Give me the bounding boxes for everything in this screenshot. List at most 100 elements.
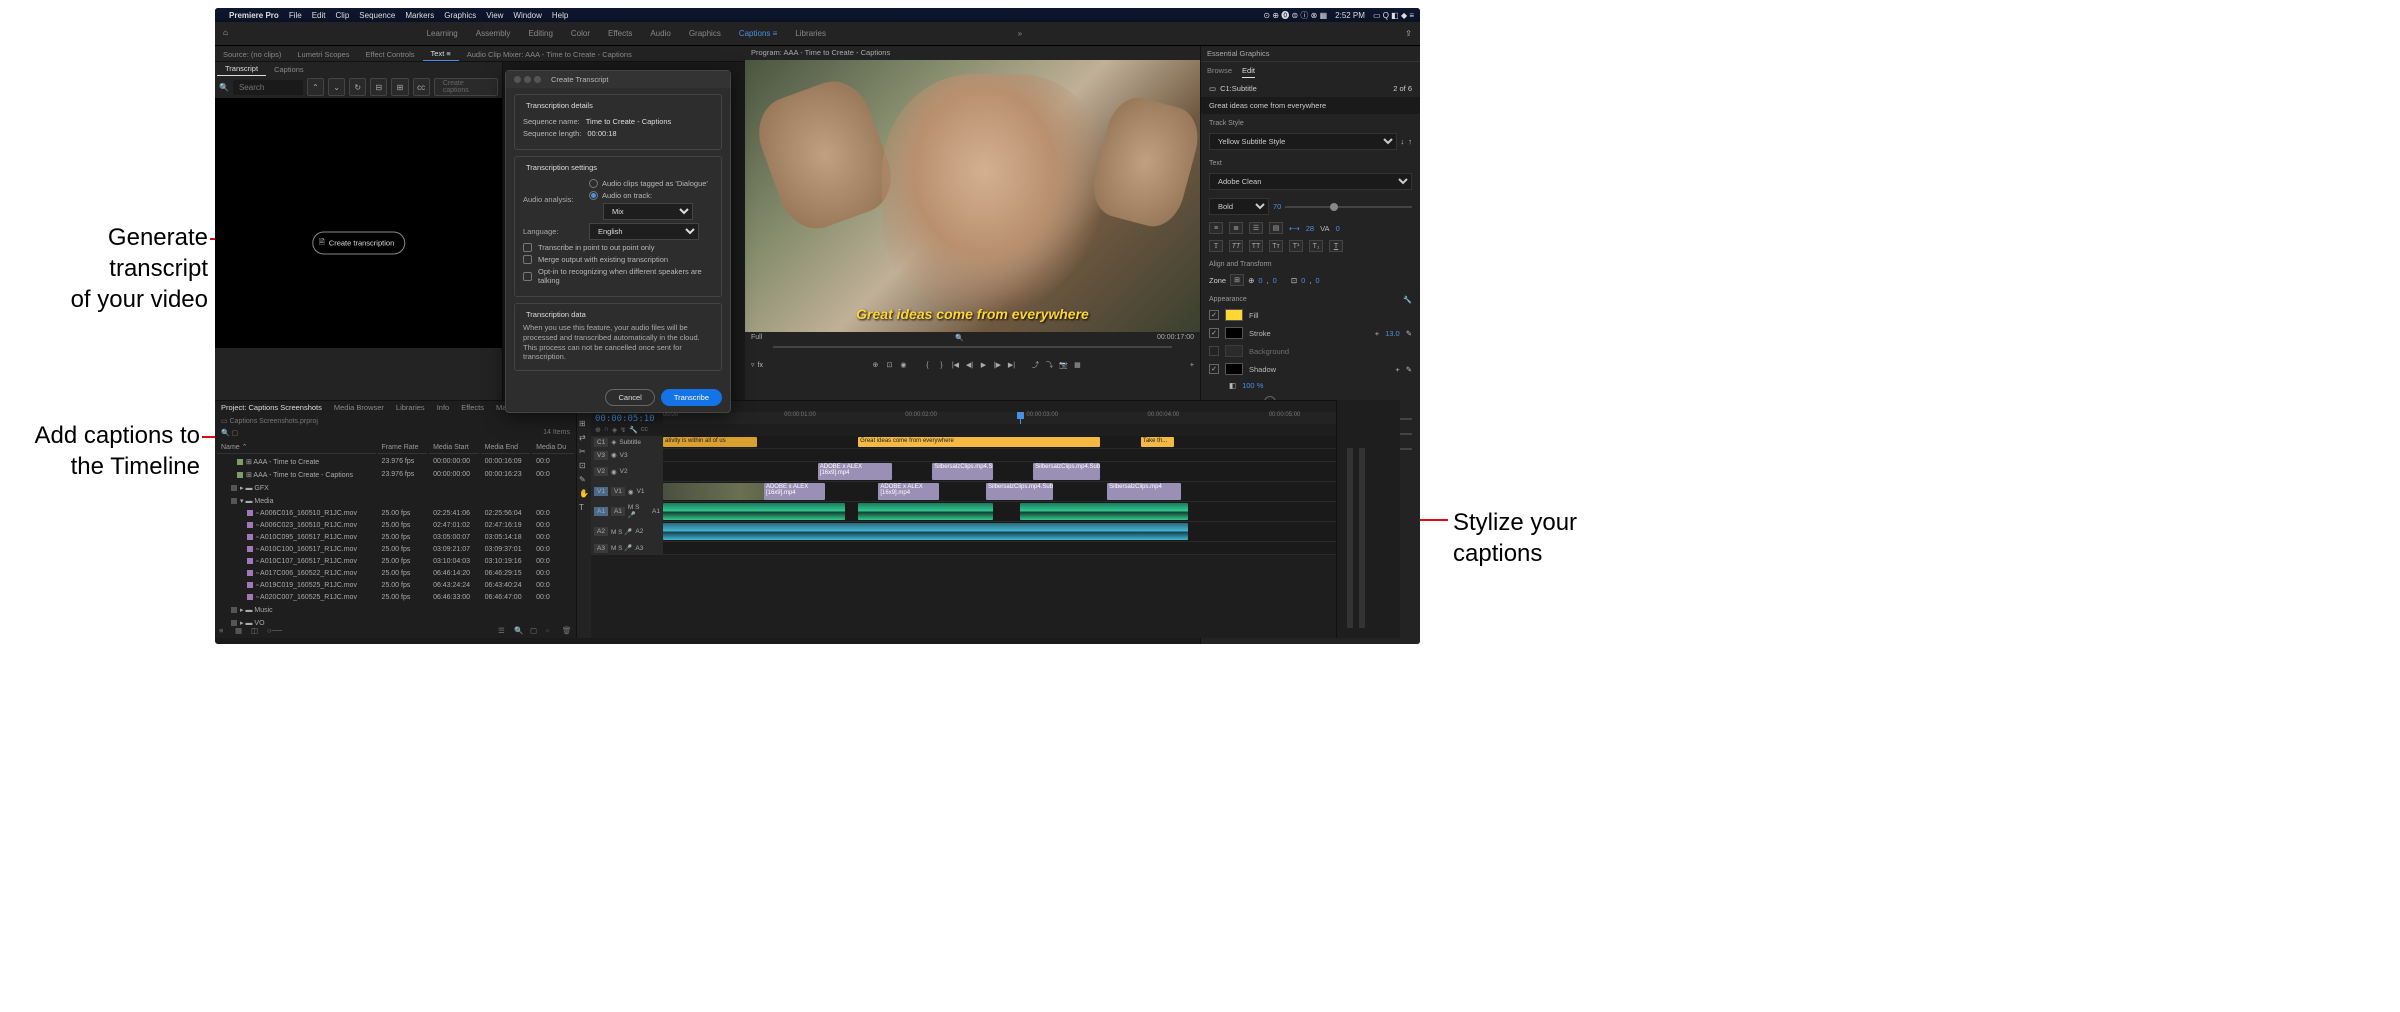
track-head-v1[interactable]: V1 V1 ◉ V1	[591, 482, 663, 501]
source-tab[interactable]: Text ≡	[423, 47, 459, 61]
align-left-icon[interactable]: ≡	[1209, 222, 1223, 234]
overwrite-icon[interactable]: ⊡	[883, 359, 895, 371]
opacity-value[interactable]: 100 %	[1242, 381, 1263, 390]
subtab-transcript[interactable]: Transcript	[217, 62, 266, 76]
menu-sequence[interactable]: Sequence	[359, 11, 395, 20]
snap-icon[interactable]: ⊕	[595, 426, 601, 434]
clip-v2-1[interactable]: ADOBE x ALEX [16x9].mp4	[818, 463, 892, 480]
create-captions-button[interactable]: Create captions	[434, 78, 498, 96]
new-bin-icon[interactable]: ▢	[530, 626, 540, 636]
workspace-learning[interactable]: Learning	[427, 29, 458, 38]
track-style-select[interactable]: Yellow Subtitle Style	[1209, 133, 1397, 150]
prev-btn[interactable]: ⌃	[307, 78, 324, 96]
add-stroke-icon[interactable]: +	[1375, 329, 1379, 338]
bin-row[interactable]: ▾ ▬ Media	[217, 495, 574, 506]
super-icon[interactable]: T¹	[1289, 240, 1303, 252]
shadow-swatch[interactable]	[1225, 363, 1243, 375]
caption-clip-1[interactable]: ativity is within all of us	[663, 437, 757, 447]
align-center-icon[interactable]: ≣	[1229, 222, 1243, 234]
create-transcription-button[interactable]: 🗎 Create transcription	[312, 232, 405, 255]
bg-swatch[interactable]	[1225, 345, 1243, 357]
faux-italic-icon[interactable]: TT	[1229, 240, 1243, 252]
track-head-a1[interactable]: A1 A1 M S 🎤 A1	[591, 502, 663, 521]
clip-v1-2[interactable]: ADOBE x ALEX [16x9].mp4	[878, 483, 939, 500]
clip-row[interactable]: ▫ A019C019_160525_R1JC.mov25.00 fps06:43…	[217, 580, 574, 590]
project-tab[interactable]: Effects	[461, 403, 484, 413]
clip-v1-3[interactable]: SilbersalzClips.mp4.Sub.clip2	[986, 483, 1053, 500]
wrench-tl-icon[interactable]: 🔧	[629, 426, 638, 434]
share-icon[interactable]: ⇪	[1405, 29, 1412, 38]
clip-v1-4[interactable]: SilbersalzClips.mp4	[1107, 483, 1181, 500]
menu-app[interactable]: Premiere Pro	[229, 11, 279, 20]
link-icon[interactable]: ∩	[604, 426, 609, 434]
out-point-icon[interactable]: }	[935, 359, 947, 371]
bin-row[interactable]: ▸ ▬ GFX	[217, 482, 574, 493]
fill-swatch[interactable]	[1225, 309, 1243, 321]
faux-bold-icon[interactable]: T	[1209, 240, 1223, 252]
col-header[interactable]: Frame Rate	[378, 441, 428, 454]
play-icon[interactable]: ▶	[977, 359, 989, 371]
clip-v2-3[interactable]: SilbersalzClips.mp4.Sub.clip3	[1033, 463, 1100, 480]
fit-dropdown[interactable]: Full	[751, 334, 762, 342]
push-icon[interactable]: ↑	[1408, 137, 1412, 146]
eg-tab-browse[interactable]: Browse	[1207, 64, 1232, 78]
project-tab[interactable]: Info	[437, 403, 450, 413]
clip-row[interactable]: ▫ A010C100_160517_R1JC.mov25.00 fps03:09…	[217, 544, 574, 554]
shadow-checkbox[interactable]: ✓	[1209, 364, 1219, 374]
source-tab[interactable]: Source: (no clips)	[215, 48, 289, 61]
radio-track[interactable]	[589, 191, 598, 200]
eg-caption-text[interactable]: Great ideas come from everywhere	[1201, 97, 1420, 114]
razor-icon[interactable]: ✂	[579, 447, 589, 457]
weight-select[interactable]: Bold	[1209, 198, 1269, 215]
bin-row[interactable]: ▸ ▬ Music	[217, 604, 574, 615]
radio-dialogue[interactable]	[589, 179, 598, 188]
zoom-icon[interactable]: 🔍	[955, 334, 964, 342]
clip-a1-3[interactable]	[1020, 503, 1188, 520]
menu-window[interactable]: Window	[513, 11, 541, 20]
clip-row[interactable]: ▫ A010C107_160517_R1JC.mov25.00 fps03:10…	[217, 556, 574, 566]
shadow-eyedrop-icon[interactable]: ✎	[1406, 365, 1412, 374]
source-tab[interactable]: Effect Controls	[357, 48, 422, 61]
step-fwd-icon[interactable]: |▶	[991, 359, 1003, 371]
eg-layer-row[interactable]: ▭ C1:Subtitle 2 of 6	[1201, 80, 1420, 97]
menu-view[interactable]: View	[486, 11, 503, 20]
scale-x[interactable]: 0	[1301, 276, 1305, 285]
smallcaps-icon[interactable]: Tᴛ	[1269, 240, 1283, 252]
trash-icon[interactable]: 🗑	[562, 626, 572, 636]
freeform-icon[interactable]: ◫	[251, 626, 261, 636]
menu-file[interactable]: File	[289, 11, 302, 20]
col-header[interactable]: Name ⌃	[217, 441, 376, 454]
go-in-icon[interactable]: |◀	[949, 359, 961, 371]
workspace-color[interactable]: Color	[571, 29, 590, 38]
clip-a2-1[interactable]	[663, 523, 1188, 540]
scale-y[interactable]: 0	[1315, 276, 1319, 285]
transcribe-button[interactable]: Transcribe	[661, 389, 722, 406]
workspace-audio[interactable]: Audio	[650, 29, 670, 38]
step-back-icon[interactable]: ◀|	[963, 359, 975, 371]
menu-clip[interactable]: Clip	[336, 11, 350, 20]
clip-row[interactable]: ⊞ AAA - Time to Create - Captions23.976 …	[217, 469, 574, 480]
track-head-a3[interactable]: A3 M S 🎤 A3	[591, 542, 663, 554]
comp-icon[interactable]: ▦	[1071, 359, 1083, 371]
opt2-btn[interactable]: ⊞	[391, 78, 408, 96]
clip-row[interactable]: ⊞ AAA - Time to Create23.976 fps00:00:00…	[217, 456, 574, 467]
pen-icon[interactable]: ✎	[579, 475, 589, 485]
track-head-v2[interactable]: V2 ◉ V2	[591, 462, 663, 481]
col-header[interactable]: Media Start	[429, 441, 479, 454]
size-slider[interactable]	[1285, 206, 1412, 208]
wrench-icon[interactable]: 🔧	[1403, 296, 1412, 304]
sub-icon[interactable]: T₁	[1309, 240, 1323, 252]
marker-icon[interactable]: ▿	[751, 361, 755, 369]
cb-inout[interactable]	[523, 243, 532, 252]
underline-icon[interactable]: T	[1329, 240, 1343, 252]
project-tab[interactable]: Libraries	[396, 403, 425, 413]
fill-checkbox[interactable]: ✓	[1209, 310, 1219, 320]
ripple-icon[interactable]: ⇄	[579, 433, 589, 443]
clip-v2-2[interactable]: SilbersalzClips.mp4.Sub.1	[932, 463, 993, 480]
caption-clip-2[interactable]: Great ideas come from everywhere	[858, 437, 1100, 447]
zone-grid-icon[interactable]: ⊞	[1230, 274, 1244, 286]
extract-icon[interactable]: ⤵	[1043, 359, 1055, 371]
source-tab[interactable]: Audio Clip Mixer: AAA - Time to Create -…	[459, 48, 640, 61]
cb-speakers[interactable]	[523, 272, 532, 281]
stroke-swatch[interactable]	[1225, 327, 1243, 339]
